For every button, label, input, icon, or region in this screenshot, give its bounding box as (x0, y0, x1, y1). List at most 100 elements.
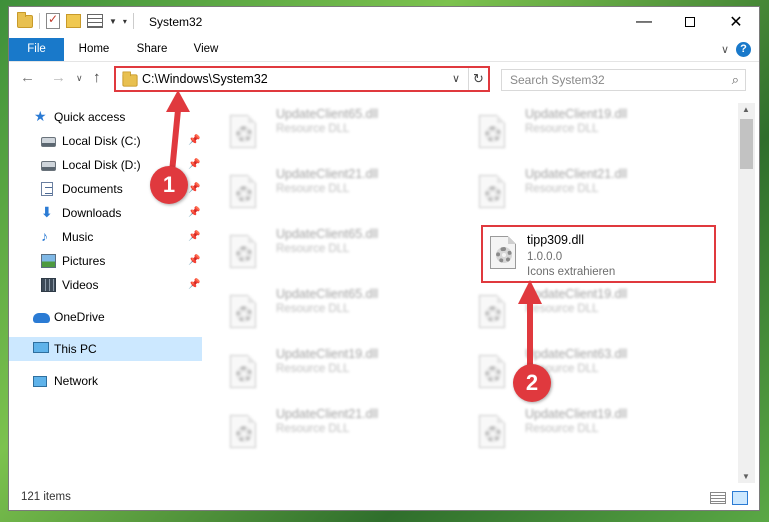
search-placeholder: Search System32 (510, 73, 605, 87)
refresh-icon[interactable]: ↻ (468, 68, 488, 90)
sidebar-item-local-disk-c[interactable]: Local Disk (C:) 📌 (9, 129, 202, 153)
chevron-down-icon[interactable]: ▼ (109, 17, 117, 26)
file-item[interactable]: UpdateClient63.dll Resource DLL (452, 345, 687, 391)
up-arrow-icon[interactable]: ↑ (93, 69, 101, 86)
address-path[interactable]: C:\Windows\System32 (142, 72, 268, 86)
tiles-view-icon[interactable] (732, 491, 748, 505)
file-name: tipp309.dll (527, 233, 584, 247)
forward-arrow-icon[interactable]: → (51, 69, 66, 86)
file-version: 1.0.0.0 (527, 251, 563, 263)
pin-icon[interactable]: 📌 (188, 153, 200, 177)
file-item[interactable]: UpdateClient65.dll Resource DLL (203, 285, 438, 331)
window-title: System32 (149, 15, 203, 29)
dll-file-icon (477, 295, 507, 329)
navigation-pane: ★ Quick access Local Disk (C:) 📌 Local D… (9, 103, 202, 483)
toolbar-divider (39, 13, 40, 29)
tab-home[interactable]: Home (69, 38, 119, 61)
pc-icon (33, 342, 49, 353)
drive-icon (41, 161, 56, 171)
address-dropdown-icon[interactable]: ∨ (452, 72, 460, 85)
customize-toolbar-icon[interactable]: ▾ (123, 17, 127, 26)
downloads-icon: ⬇ (41, 204, 53, 220)
sidebar-item-this-pc[interactable]: This PC (9, 337, 202, 361)
pin-icon[interactable]: 📌 (188, 129, 200, 153)
pin-icon[interactable]: 📌 (188, 273, 200, 297)
file-item[interactable]: UpdateClient65.dll Resource DLL (203, 225, 438, 271)
scroll-thumb[interactable] (740, 119, 753, 169)
music-icon: ♪ (41, 228, 48, 244)
dll-file-icon (228, 355, 258, 389)
search-icon[interactable]: ⌕ (732, 72, 739, 88)
dll-file-icon (228, 235, 258, 269)
back-arrow-icon[interactable]: ← (20, 69, 35, 86)
dll-file-icon (477, 115, 507, 149)
highlighted-file-item[interactable]: tipp309.dll 1.0.0.0 Icons extrahieren (481, 225, 716, 283)
help-icon[interactable]: ? (736, 42, 751, 57)
dll-file-icon (228, 295, 258, 329)
new-folder-icon[interactable] (66, 14, 81, 28)
pin-icon[interactable]: 📌 (188, 225, 200, 249)
sidebar-item-pictures[interactable]: Pictures 📌 (9, 249, 202, 273)
title-bar: ▼ ▾ System32 — ✕ (9, 7, 759, 38)
onedrive-icon (33, 313, 50, 323)
network-icon (33, 376, 47, 387)
drive-icon (41, 137, 56, 147)
address-folder-icon (122, 71, 138, 87)
close-button[interactable]: ✕ (713, 7, 759, 37)
file-item[interactable]: UpdateClient65.dll Resource DLL (203, 105, 438, 151)
navigation-bar: ← → ∨ ↑ C:\Windows\System32 ∨ ↻ Search S… (9, 63, 759, 95)
toolbar-divider (132, 13, 134, 29)
expand-ribbon-icon[interactable]: ∨ (721, 43, 729, 56)
videos-icon (41, 278, 56, 292)
dll-file-icon (488, 236, 518, 270)
pin-icon[interactable]: 📌 (188, 249, 200, 273)
dll-file-icon (477, 355, 507, 389)
scroll-up-icon[interactable]: ▲ (742, 105, 750, 114)
explorer-window: ▼ ▾ System32 — ✕ File Home Share View ∨ … (8, 6, 760, 511)
status-bar: 121 items (9, 485, 759, 510)
minimize-button[interactable]: — (621, 7, 667, 37)
sidebar-item-onedrive[interactable]: OneDrive (9, 305, 202, 329)
search-input[interactable]: Search System32 ⌕ (501, 69, 746, 91)
step-2-badge: 2 (513, 364, 551, 402)
file-item[interactable]: UpdateClient21.dll Resource DLL (203, 165, 438, 211)
folder-icon[interactable] (17, 11, 33, 28)
ribbon: File Home Share View ∨ ? (9, 38, 759, 62)
view-layout-icon[interactable] (87, 14, 103, 28)
dll-file-icon (228, 115, 258, 149)
details-view-icon[interactable] (710, 492, 726, 504)
scroll-down-icon[interactable]: ▼ (742, 472, 750, 481)
vertical-scrollbar[interactable]: ▲ ▼ (738, 103, 755, 483)
file-list: UpdateClient65.dll Resource DLL UpdateCl… (203, 103, 738, 483)
tab-share[interactable]: Share (127, 38, 177, 61)
documents-icon (41, 182, 53, 196)
quick-access-toolbar: ▼ ▾ (17, 11, 134, 29)
file-item[interactable]: UpdateClient19.dll Resource DLL (203, 345, 438, 391)
file-description: Icons extrahieren (527, 266, 616, 278)
sidebar-item-downloads[interactable]: ⬇ Downloads 📌 (9, 201, 202, 225)
properties-icon[interactable] (46, 12, 60, 29)
star-icon: ★ (34, 108, 47, 124)
dll-file-icon (228, 175, 258, 209)
address-bar[interactable]: C:\Windows\System32 ∨ ↻ (114, 66, 490, 92)
sidebar-item-music[interactable]: ♪ Music 📌 (9, 225, 202, 249)
file-item[interactable]: UpdateClient19.dll Resource DLL (452, 285, 687, 331)
pin-icon[interactable]: 📌 (188, 177, 200, 201)
file-item[interactable]: UpdateClient21.dll Resource DLL (452, 165, 687, 211)
file-item[interactable]: UpdateClient19.dll Resource DLL (452, 405, 687, 451)
dll-file-icon (477, 415, 507, 449)
pin-icon[interactable]: 📌 (188, 201, 200, 225)
file-item[interactable]: UpdateClient19.dll Resource DLL (452, 105, 687, 151)
step-1-badge: 1 (150, 166, 188, 204)
tab-view[interactable]: View (183, 38, 229, 61)
sidebar-item-videos[interactable]: Videos 📌 (9, 273, 202, 297)
sidebar-item-network[interactable]: Network (9, 369, 202, 393)
tab-file[interactable]: File (9, 38, 64, 61)
sidebar-item-quick-access[interactable]: ★ Quick access (9, 105, 202, 129)
item-count: 121 items (21, 491, 71, 503)
recent-locations-icon[interactable]: ∨ (76, 73, 83, 84)
pictures-icon (41, 254, 56, 268)
maximize-button[interactable] (667, 7, 713, 37)
maximize-icon (685, 17, 695, 27)
file-item[interactable]: UpdateClient21.dll Resource DLL (203, 405, 438, 451)
